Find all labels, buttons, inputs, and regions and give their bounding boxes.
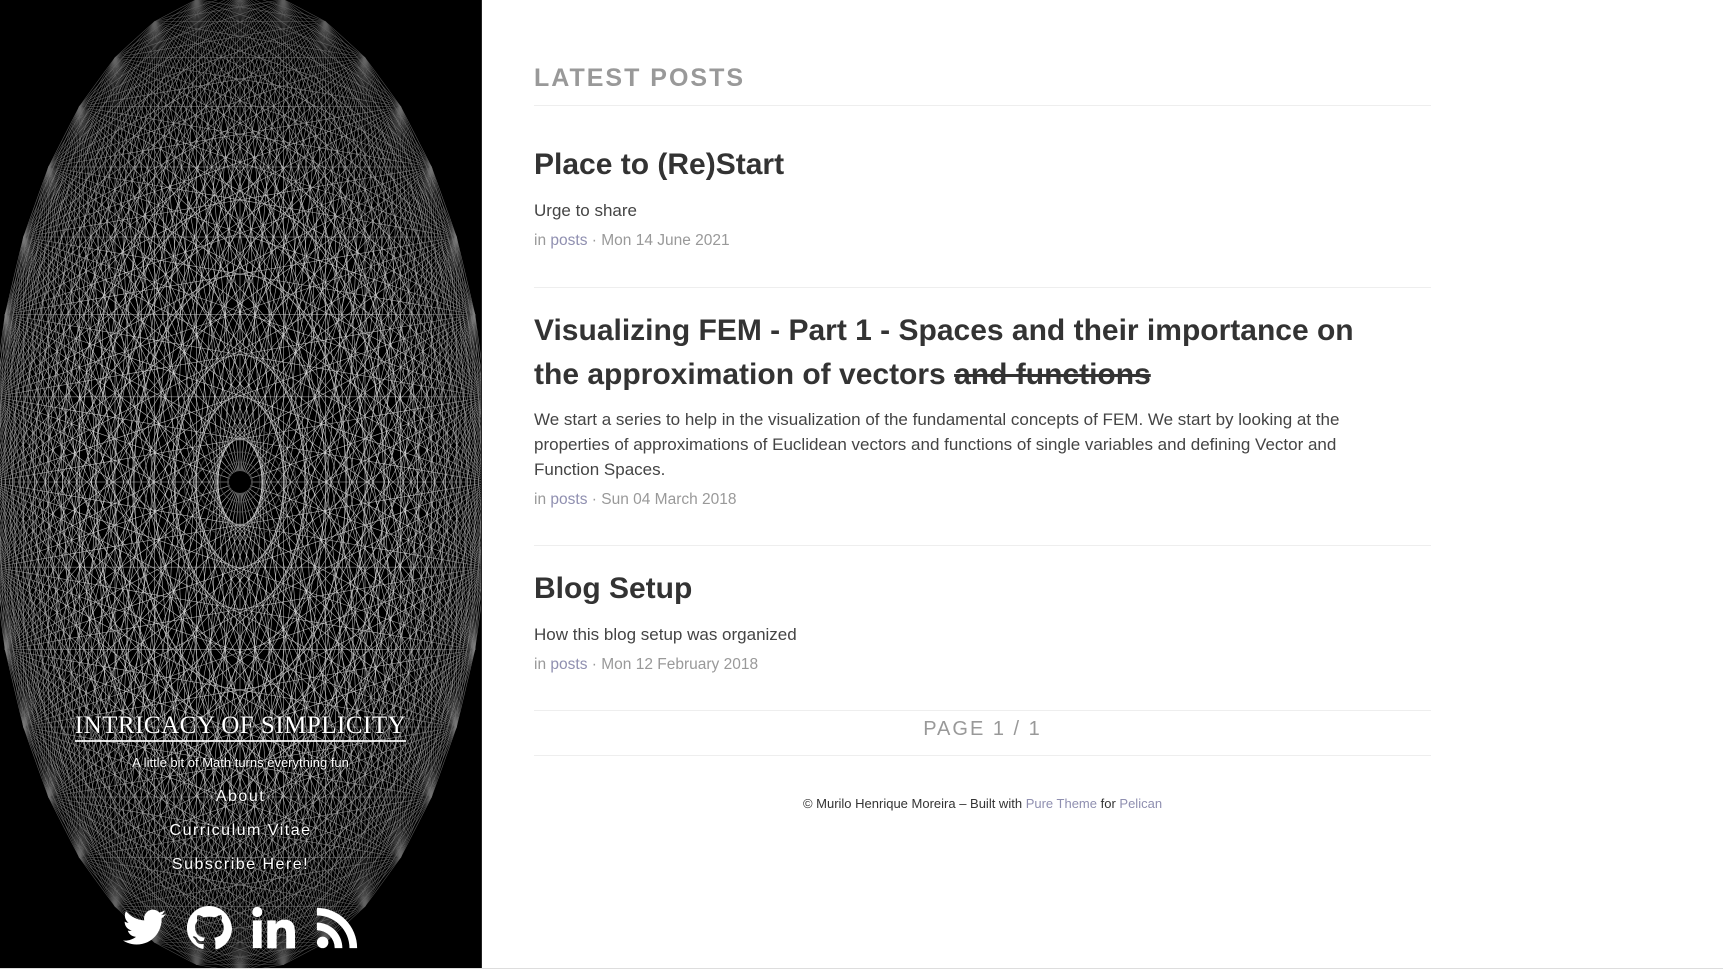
meta-prefix: in: [534, 232, 547, 249]
nav-cv-link[interactable]: Curriculum Vitae: [0, 822, 481, 840]
rss-icon[interactable]: [314, 905, 360, 951]
post-date: Sun 04 March 2018: [601, 491, 737, 508]
meta-prefix: in: [534, 491, 547, 508]
post-title-link[interactable]: Place to (Re)Start: [534, 143, 1394, 187]
pelican-link[interactable]: Pelican: [1119, 796, 1162, 811]
category-link[interactable]: posts: [550, 656, 587, 673]
meta-separator: ·: [591, 491, 597, 508]
category-link[interactable]: posts: [550, 491, 587, 508]
nav-subscribe-link[interactable]: Subscribe Here!: [0, 856, 481, 874]
meta-separator: ·: [591, 656, 597, 673]
social-links: [0, 905, 481, 951]
post-title-link[interactable]: Blog Setup: [534, 567, 1394, 611]
post-summary: Urge to share: [534, 201, 637, 220]
sidebar-divider: [481, 0, 482, 969]
pagination-divider-top: [534, 710, 1431, 711]
post-summary: How this blog setup was organized: [534, 625, 797, 644]
footer-text: © Murilo Henrique Moreira – Built with: [802, 796, 1023, 811]
post-title-struck-text: and functions: [954, 358, 1151, 391]
post-divider: [534, 287, 1431, 288]
post-meta: in posts · Sun 04 March 2018: [534, 491, 737, 509]
post-date: Mon 14 June 2021: [601, 232, 730, 249]
meta-prefix: in: [534, 656, 547, 673]
nav-about-link[interactable]: About: [0, 788, 481, 806]
post-title-text: Visualizing FEM - Part 1 - Spaces and th…: [534, 314, 1354, 391]
footer: © Murilo Henrique Moreira – Built with P…: [534, 796, 1431, 811]
post-title-link[interactable]: Visualizing FEM - Part 1 - Spaces and th…: [534, 309, 1394, 397]
section-divider: [534, 105, 1431, 106]
sidebar: INTRICACY OF SIMPLICITY A little bit of …: [0, 0, 481, 969]
meta-separator: ·: [591, 232, 597, 249]
pagination-divider-bottom: [534, 755, 1431, 756]
category-link[interactable]: posts: [550, 232, 587, 249]
pure-theme-link[interactable]: Pure Theme: [1026, 796, 1097, 811]
footer-middle-text: for: [1100, 796, 1116, 811]
github-icon[interactable]: [186, 905, 232, 951]
twitter-icon[interactable]: [122, 905, 168, 951]
post-meta: in posts · Mon 14 June 2021: [534, 232, 730, 250]
post-date: Mon 12 February 2018: [601, 656, 759, 673]
pagination-label: PAGE 1 / 1: [923, 718, 1042, 740]
linkedin-icon[interactable]: [250, 905, 296, 951]
post-summary: We start a series to help in the visuali…: [534, 410, 1340, 479]
site-title[interactable]: INTRICACY OF SIMPLICITY: [0, 712, 481, 742]
site-tagline: A little bit of Math turns everything fu…: [132, 755, 349, 770]
section-title: LATEST POSTS: [534, 64, 746, 92]
post-meta: in posts · Mon 12 February 2018: [534, 656, 758, 674]
post-divider: [534, 545, 1431, 546]
